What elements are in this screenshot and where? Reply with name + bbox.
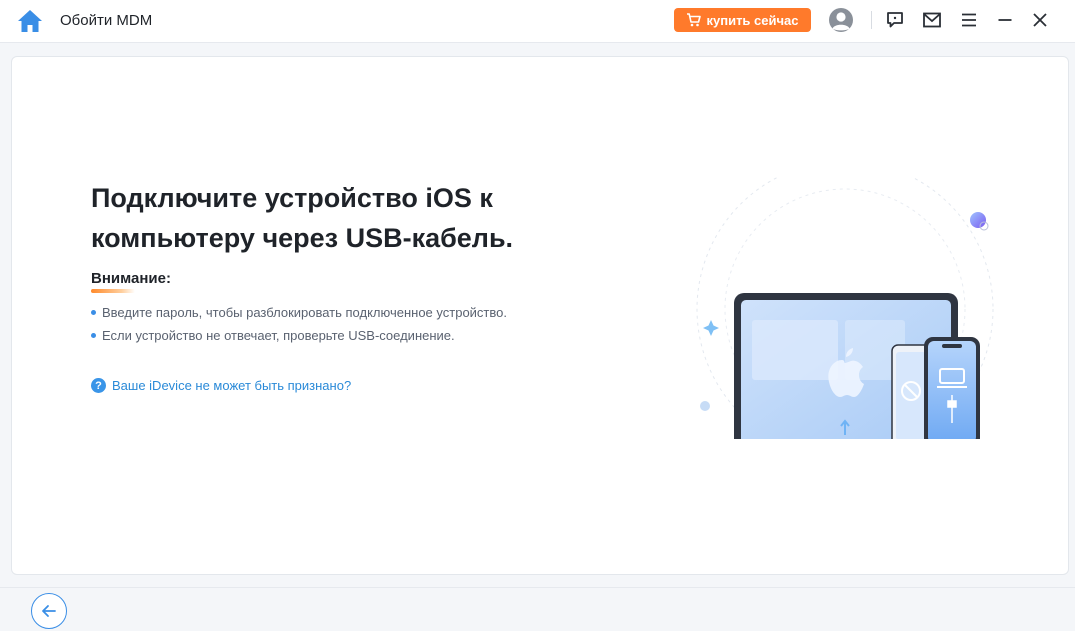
footer-divider — [0, 587, 1075, 588]
minimize-icon[interactable] — [994, 9, 1016, 31]
decor-dot — [700, 401, 710, 411]
arrow-left-icon — [42, 605, 56, 617]
close-icon[interactable] — [1029, 9, 1051, 31]
mail-icon[interactable] — [921, 9, 943, 31]
app-title: Обойти MDM — [60, 12, 153, 29]
sparkle-icon — [703, 320, 719, 336]
chat-icon[interactable] — [884, 9, 906, 31]
device-not-recognized-link[interactable]: ? Ваше iDevice не может быть признано? — [91, 378, 351, 393]
page-title: Подключите устройство iOS к компьютеру ч… — [91, 183, 514, 253]
attention-underline — [91, 289, 135, 293]
decor-orb — [970, 212, 986, 228]
help-link-label: Ваше iDevice не может быть признано? — [112, 378, 352, 393]
list-item: Введите пароль, чтобы разблокировать под… — [91, 304, 507, 327]
device-connection-illustration — [696, 177, 994, 439]
buy-now-label: купить сейчас — [706, 12, 799, 28]
buy-now-button[interactable]: купить сейчас — [674, 8, 811, 32]
question-icon: ? — [91, 378, 106, 393]
instruction-list: Введите пароль, чтобы разблокировать под… — [91, 304, 507, 350]
menu-icon[interactable] — [958, 9, 980, 31]
attention-title: Внимание: — [91, 270, 171, 287]
home-icon[interactable] — [16, 8, 44, 34]
toolbar-divider — [871, 11, 872, 29]
main-panel: Подключите устройство iOS к компьютеру ч… — [11, 56, 1069, 575]
title-bar: Обойти MDM купить сейчас — [0, 0, 1075, 43]
cart-icon — [687, 13, 702, 27]
user-avatar-icon[interactable] — [828, 7, 854, 33]
back-button[interactable] — [31, 593, 67, 629]
list-item: Если устройство не отвечает, проверьте U… — [91, 327, 507, 350]
